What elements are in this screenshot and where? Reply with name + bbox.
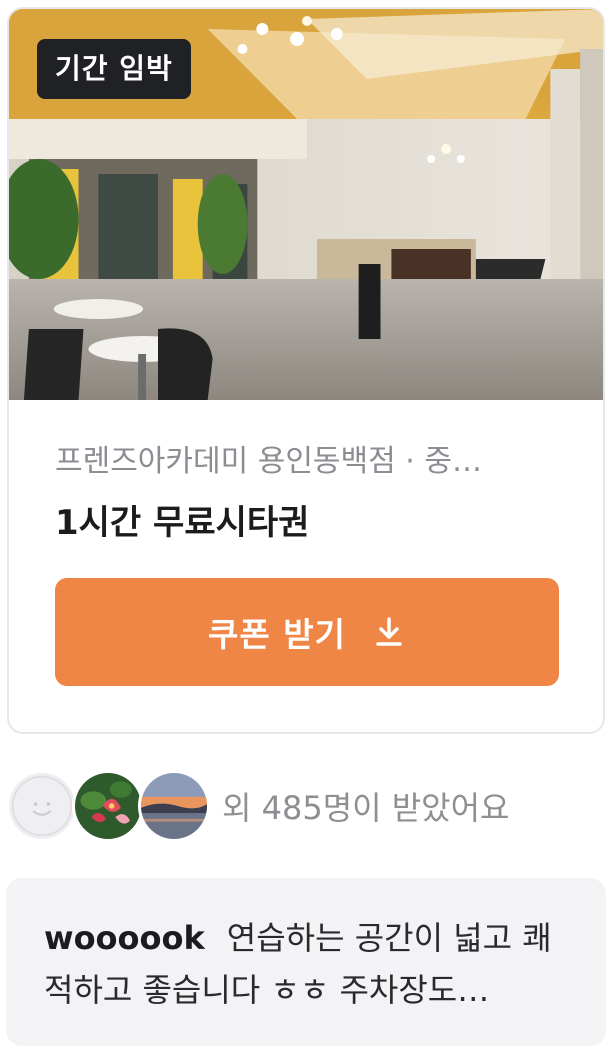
coupon-receivers: 외 485명이 받았어요 [6, 770, 510, 842]
store-name: 프렌즈아카데미 용인동백점 · 중… [55, 444, 482, 479]
receivers-count: 외 485명이 받았어요 [222, 789, 510, 827]
coupon-card[interactable]: 기간 임박 프렌즈아카데미 용인동백점 · 중… 1시간 무료시타권 쿠폰 받기 [7, 7, 605, 734]
default-avatar [6, 770, 78, 842]
get-coupon-label: 쿠폰 받기 [208, 615, 346, 654]
store-interior-photo: 기간 임박 [9, 9, 603, 400]
sunset-photo-avatar [138, 770, 210, 842]
flower-photo-avatar [72, 770, 144, 842]
review-username: woooook [44, 919, 205, 957]
review-card[interactable]: woooook 연습하는 공간이 넓고 쾌적하고 좋습니다 ㅎㅎ 주차장도… [6, 878, 606, 1046]
coupon-details: 프렌즈아카데미 용인동백점 · 중… 1시간 무료시타권 쿠폰 받기 [9, 400, 603, 686]
get-coupon-button[interactable]: 쿠폰 받기 [55, 578, 559, 686]
download-icon [372, 615, 406, 649]
deadline-badge: 기간 임박 [37, 39, 191, 99]
review-content: woooook 연습하는 공간이 넓고 쾌적하고 좋습니다 ㅎㅎ 주차장도… [44, 912, 568, 1016]
coupon-title: 1시간 무료시타권 [55, 503, 310, 543]
